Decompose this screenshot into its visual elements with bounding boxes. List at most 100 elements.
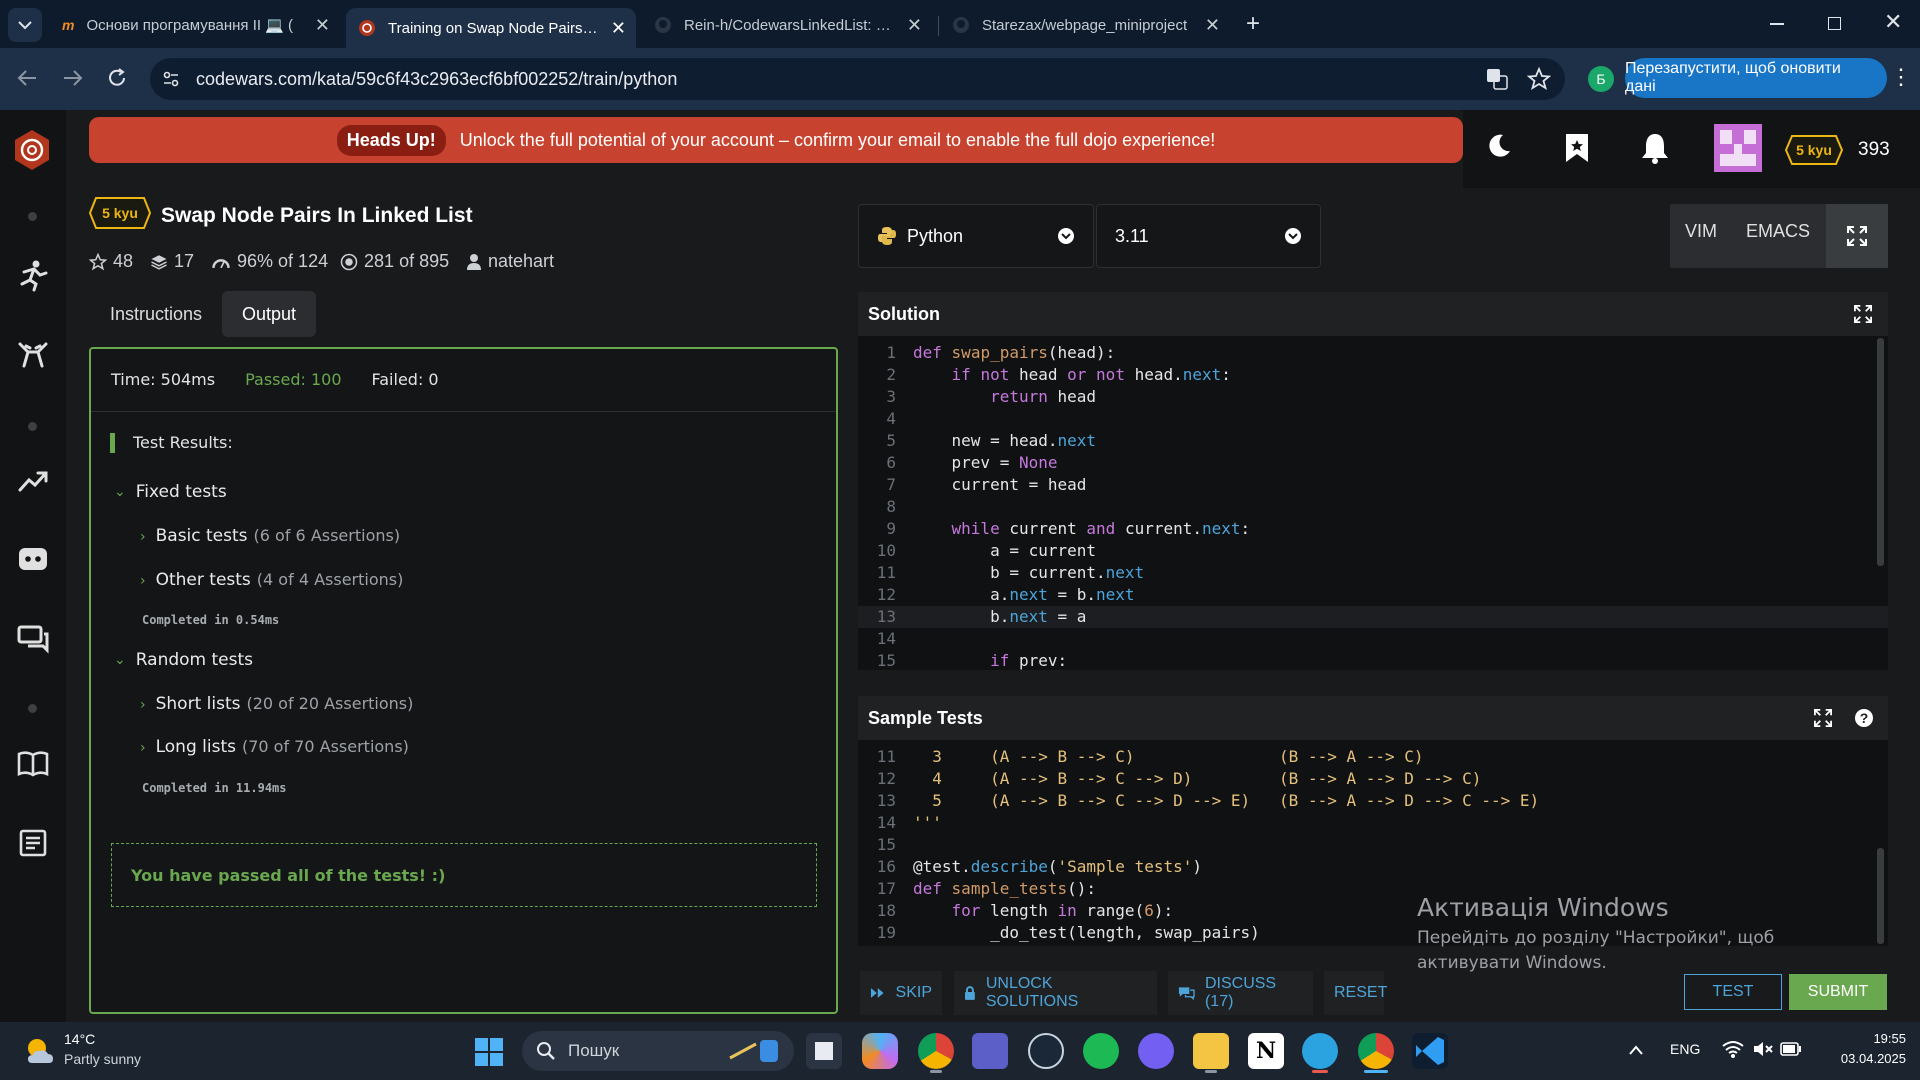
solution-code-editor[interactable]: 1 def swap_pairs(head): 2 if not head or n… — [858, 336, 1888, 670]
test-group-fixed[interactable]: ⌄ Fixed tests — [114, 482, 227, 502]
browser-tab[interactable]: Starezax/webpage_miniproject ✕ — [940, 8, 1230, 42]
test-button[interactable]: TEST — [1684, 974, 1782, 1010]
restart-update-button[interactable]: Перезапустити, щоб оновити дані — [1625, 58, 1887, 98]
forward-arrow-icon[interactable] — [62, 68, 84, 88]
code-line[interactable]: 18 for length in range(6): — [858, 900, 1888, 922]
code-line[interactable]: 4 — [858, 408, 1888, 430]
site-settings-icon[interactable] — [162, 70, 180, 88]
test-subgroup[interactable]: › Basic tests (6 of 6 Assertions) — [140, 526, 400, 546]
input-language[interactable]: ENG — [1670, 1041, 1700, 1057]
code-line[interactable]: 14 — [858, 628, 1888, 650]
discuss-button[interactable]: DISCUSS (17) — [1168, 971, 1313, 1015]
clock-date[interactable]: 03.04.2025 — [1826, 1051, 1906, 1066]
telegram-icon[interactable] — [1302, 1033, 1338, 1069]
discussions-icon[interactable] — [16, 622, 50, 656]
sample-tests-code-editor[interactable]: 11 3 (A --> B --> C) (B --> A --> C) 12 4… — [858, 740, 1888, 946]
code-line[interactable]: 11 3 (A --> B --> C) (B --> A --> C) — [858, 746, 1888, 768]
notion-icon[interactable]: N — [1248, 1033, 1284, 1069]
code-line[interactable]: 9 while current and current.next: — [858, 518, 1888, 540]
tab-instructions[interactable]: Instructions — [94, 291, 218, 337]
code-line[interactable]: 7 current = head — [858, 474, 1888, 496]
file-explorer-icon[interactable] — [1193, 1033, 1229, 1069]
skip-button[interactable]: SKIP — [860, 971, 942, 1015]
test-subgroup[interactable]: › Other tests (4 of 4 Assertions) — [140, 570, 403, 590]
version-select[interactable]: 3.11 — [1096, 204, 1321, 268]
taskbar-search[interactable]: Пошук — [522, 1031, 794, 1071]
blog-news-icon[interactable] — [16, 826, 50, 860]
vscode-icon[interactable] — [1412, 1033, 1448, 1069]
volume-muted-icon[interactable] — [1752, 1040, 1774, 1058]
test-subgroup[interactable]: › Long lists (70 of 70 Assertions) — [140, 737, 409, 757]
language-select[interactable]: Python — [858, 204, 1094, 268]
copilot-icon[interactable] — [862, 1033, 898, 1069]
code-line[interactable]: 12 a.next = b.next — [858, 584, 1888, 606]
tab-output[interactable]: Output — [222, 291, 316, 337]
stars-stat[interactable]: 48 — [89, 251, 133, 272]
code-line[interactable]: 16 @test.describe('Sample tests') — [858, 856, 1888, 878]
window-close-icon[interactable]: ✕ — [1884, 9, 1902, 35]
code-line[interactable]: 13 5 (A --> B --> C --> D --> E) (B --> … — [858, 790, 1888, 812]
translate-icon[interactable] — [1486, 68, 1508, 90]
user-avatar[interactable] — [1714, 124, 1762, 172]
code-line[interactable]: 8 — [858, 496, 1888, 518]
code-line[interactable]: 10 a = current — [858, 540, 1888, 562]
expand-icon[interactable] — [1814, 709, 1832, 727]
fullscreen-button[interactable] — [1826, 204, 1888, 268]
back-arrow-icon[interactable] — [16, 68, 38, 88]
chrome-profile-icon[interactable] — [1358, 1033, 1394, 1069]
sample-scrollbar[interactable] — [1877, 848, 1884, 944]
browser-tab-active[interactable]: Training on Swap Node Pairs In ✕ — [346, 8, 636, 48]
browser-tab[interactable]: Rein-h/CodewarsLinkedList: Rep ✕ — [642, 8, 932, 42]
wifi-icon[interactable] — [1722, 1040, 1744, 1058]
close-icon[interactable]: ✕ — [315, 15, 330, 36]
tray-chevron-up-icon[interactable] — [1628, 1044, 1644, 1056]
code-line[interactable]: 15 if prev: — [858, 650, 1888, 670]
code-line[interactable]: 12 4 (A --> B --> C --> D) (B --> A --> … — [858, 768, 1888, 790]
profile-avatar[interactable]: Б — [1588, 66, 1614, 92]
practice-icon[interactable] — [16, 338, 50, 372]
code-line[interactable]: 2 if not head or not head.next: — [858, 364, 1888, 386]
codewars-logo-icon[interactable] — [10, 128, 54, 172]
clock-time[interactable]: 19:55 — [1846, 1031, 1906, 1046]
emacs-mode-button[interactable]: EMACS — [1746, 221, 1810, 242]
bookmark-icon[interactable] — [1563, 132, 1591, 164]
minimize-icon[interactable] — [1770, 23, 1784, 25]
new-tab-plus-icon[interactable]: + — [1246, 10, 1260, 38]
reset-button[interactable]: RESET — [1324, 971, 1387, 1015]
notifications-bell-icon[interactable] — [1640, 132, 1670, 164]
windows-start-icon[interactable] — [474, 1037, 504, 1067]
viber-icon[interactable] — [1138, 1033, 1174, 1069]
training-icon[interactable] — [16, 258, 50, 292]
email-confirm-banner[interactable]: Heads Up! Unlock the full potential of y… — [89, 117, 1463, 163]
code-line[interactable]: 1 def swap_pairs(head): — [858, 342, 1888, 364]
code-line[interactable]: 15 — [858, 834, 1888, 856]
author-stat[interactable]: natehart — [466, 251, 554, 272]
task-view-icon[interactable] — [806, 1033, 842, 1069]
spotify-icon[interactable] — [1083, 1033, 1119, 1069]
browser-tab[interactable]: m Основи програмування II 💻 ( ✕ — [50, 8, 340, 42]
submit-button[interactable]: SUBMIT — [1789, 974, 1887, 1010]
leaderboard-trend-icon[interactable] — [16, 464, 50, 498]
expand-icon[interactable] — [1854, 305, 1872, 323]
tab-search-button[interactable] — [8, 8, 42, 42]
bookmark-star-icon[interactable] — [1527, 67, 1551, 91]
code-line[interactable]: 13 b.next = a — [858, 606, 1888, 628]
reload-icon[interactable] — [106, 67, 128, 89]
weather-sun-cloud-icon[interactable] — [24, 1035, 56, 1067]
test-subgroup[interactable]: › Short lists (20 of 20 Assertions) — [140, 694, 413, 714]
vim-mode-button[interactable]: VIM — [1685, 221, 1717, 242]
chrome-icon[interactable] — [918, 1033, 954, 1069]
code-line[interactable]: 5 new = head.next — [858, 430, 1888, 452]
restore-icon[interactable] — [1828, 17, 1841, 30]
close-icon[interactable]: ✕ — [907, 15, 922, 36]
battery-icon[interactable] — [1780, 1042, 1802, 1056]
close-icon[interactable]: ✕ — [611, 18, 626, 39]
code-line[interactable]: 11 b = current.next — [858, 562, 1888, 584]
kebab-menu-icon[interactable]: ⋮ — [1890, 66, 1912, 88]
help-icon[interactable]: ? — [1854, 708, 1874, 728]
collections-stat[interactable]: 17 — [150, 251, 194, 272]
steam-icon[interactable] — [1028, 1033, 1064, 1069]
discord-icon[interactable] — [16, 542, 50, 576]
code-line[interactable]: 3 return head — [858, 386, 1888, 408]
url-text[interactable]: codewars.com/kata/59c6f43c2963ecf6bf0022… — [196, 69, 677, 90]
